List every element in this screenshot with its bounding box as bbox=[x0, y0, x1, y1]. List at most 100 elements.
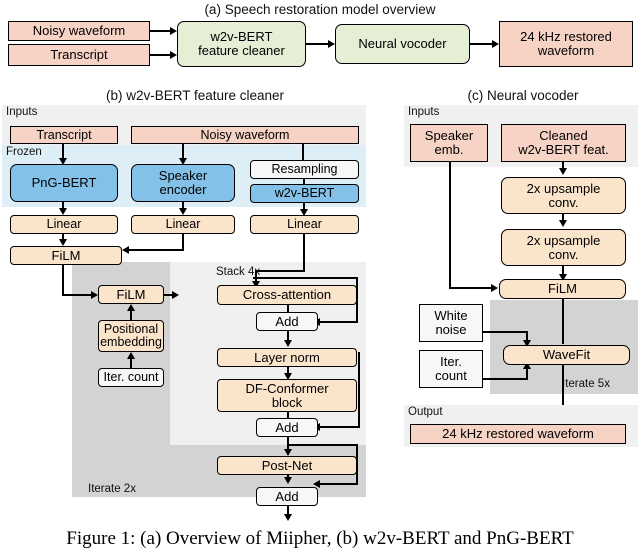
region-label-inputs-b: Inputs bbox=[6, 106, 38, 118]
node-feature-cleaner-a: w2v-BERT feature cleaner bbox=[177, 21, 306, 67]
node-noisy-waveform-b: Noisy waveform bbox=[131, 126, 359, 144]
node-cleaned-feat: Cleaned w2v-BERT feat. bbox=[501, 124, 626, 162]
connector bbox=[319, 483, 358, 485]
arrowhead bbox=[58, 208, 67, 215]
panel-c-title: (c) Neural vocoder bbox=[467, 88, 579, 103]
node-add-1: Add bbox=[256, 312, 318, 331]
connector bbox=[150, 54, 172, 56]
connector bbox=[128, 249, 184, 251]
connector bbox=[253, 277, 358, 279]
node-iter-count-b: Iter. count bbox=[98, 368, 164, 387]
node-label: w2v-BERT feat. bbox=[518, 142, 609, 157]
arrowhead bbox=[126, 304, 135, 311]
node-linear-3: Linear bbox=[250, 215, 359, 234]
arrowhead bbox=[178, 208, 187, 215]
figure-canvas: (a) Speech restoration model overview No… bbox=[0, 0, 640, 552]
node-label: emb. bbox=[434, 142, 464, 157]
connector bbox=[303, 179, 305, 184]
connector bbox=[319, 426, 358, 428]
connector bbox=[358, 352, 360, 428]
node-label: White bbox=[434, 308, 468, 324]
node-label: feature cleaner bbox=[198, 43, 285, 58]
node-label: 24 kHz restored bbox=[520, 29, 612, 45]
arrowhead bbox=[491, 283, 498, 292]
arrowhead bbox=[283, 514, 292, 521]
node-noisy-waveform-a: Noisy waveform bbox=[8, 21, 150, 41]
node-label: noise bbox=[435, 322, 467, 337]
connector bbox=[526, 368, 528, 379]
node-speaker-emb: Speaker emb. bbox=[410, 124, 488, 162]
arrowhead bbox=[91, 290, 98, 299]
node-post-net: Post-Net bbox=[217, 456, 357, 475]
node-cross-attention: Cross-attention bbox=[217, 285, 357, 305]
arrowhead bbox=[172, 290, 179, 299]
connector bbox=[483, 378, 528, 380]
connector bbox=[62, 294, 93, 296]
node-film-top: FiLM bbox=[10, 246, 122, 265]
region-label-inputs-c: Inputs bbox=[408, 106, 440, 118]
connector bbox=[449, 162, 451, 289]
node-label: embedding bbox=[100, 335, 162, 349]
node-label: conv. bbox=[548, 246, 579, 262]
node-upsample-conv-1: 2x upsample conv. bbox=[501, 177, 626, 214]
figure-caption: Figure 1: (a) Overview of Miipher, (b) w… bbox=[66, 528, 574, 549]
node-positional-embedding: Positional embedding bbox=[98, 320, 164, 352]
node-upsample-conv-2: 2x upsample conv. bbox=[501, 229, 626, 266]
region-label-iterate-5x: Iterate 5x bbox=[562, 378, 610, 390]
node-linear-1: Linear bbox=[10, 215, 118, 234]
arrowhead bbox=[170, 50, 177, 59]
node-label: waveform bbox=[537, 43, 595, 58]
node-layer-norm: Layer norm bbox=[217, 348, 357, 367]
connector bbox=[356, 277, 358, 323]
arrowhead bbox=[328, 39, 335, 48]
connector bbox=[130, 310, 132, 320]
node-label: DF-Conformer bbox=[245, 380, 329, 396]
arrowhead bbox=[122, 245, 129, 254]
node-add-2: Add bbox=[256, 418, 318, 437]
node-linear-2: Linear bbox=[131, 215, 235, 234]
node-restored-waveform-a: 24 kHz restored waveform bbox=[499, 21, 633, 67]
node-iter-count-c: Iter. count bbox=[419, 350, 483, 388]
connector bbox=[319, 321, 358, 323]
connector bbox=[150, 30, 172, 32]
connector bbox=[255, 270, 305, 272]
region-label-output-c: Output bbox=[408, 406, 443, 418]
connector bbox=[287, 444, 358, 446]
node-w2v-bert: w2v-BERT bbox=[250, 184, 359, 203]
node-restored-waveform-c: 24 kHz restored waveform bbox=[410, 424, 626, 444]
arrowhead bbox=[492, 39, 499, 48]
connector bbox=[449, 287, 493, 289]
panel-b-title: (b) w2v-BERT feature cleaner bbox=[105, 88, 285, 103]
node-df-conformer: DF-Conformer block bbox=[217, 379, 357, 412]
node-transcript-a: Transcript bbox=[8, 44, 150, 66]
region-label-frozen-b: Frozen bbox=[6, 146, 42, 158]
arrowhead bbox=[283, 449, 292, 456]
node-label: conv. bbox=[548, 194, 579, 210]
node-label: 2x upsample bbox=[526, 180, 601, 196]
node-label: Iter. bbox=[440, 354, 462, 370]
node-label: count bbox=[435, 368, 467, 383]
node-label: 2x upsample bbox=[526, 232, 601, 248]
node-label: w2v-BERT bbox=[210, 29, 273, 45]
node-wavefit: WaveFit bbox=[503, 345, 630, 365]
region-label-iterate-2x: Iterate 2x bbox=[88, 483, 136, 495]
node-add-3: Add bbox=[256, 487, 318, 506]
node-png-bert: PnG-BERT bbox=[10, 164, 118, 202]
node-white-noise: White noise bbox=[419, 304, 483, 342]
node-label: Speaker bbox=[158, 168, 208, 184]
connector bbox=[62, 265, 64, 296]
node-resampling: Resampling bbox=[250, 160, 359, 179]
panel-a-title: (a) Speech restoration model overview bbox=[204, 2, 436, 17]
connector bbox=[562, 299, 564, 344]
arrowhead bbox=[170, 26, 177, 35]
node-neural-vocoder-a: Neural vocoder bbox=[335, 24, 470, 64]
connector bbox=[130, 358, 132, 368]
arrowhead bbox=[58, 239, 67, 246]
connector bbox=[483, 331, 528, 333]
arrowhead bbox=[558, 220, 567, 227]
node-speaker-encoder: Speaker encoder bbox=[131, 164, 235, 202]
arrowhead bbox=[558, 168, 567, 175]
connector bbox=[470, 43, 494, 45]
node-film-c: FiLM bbox=[499, 279, 626, 299]
node-label: block bbox=[271, 394, 303, 410]
